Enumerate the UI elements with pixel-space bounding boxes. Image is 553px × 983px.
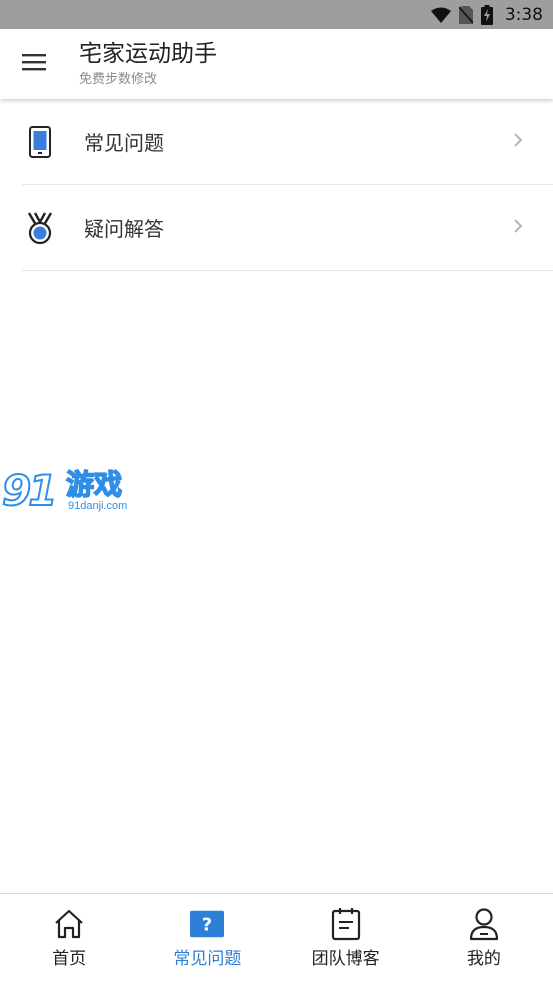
phone-icon — [22, 124, 58, 160]
nav-label: 首页 — [52, 949, 87, 969]
nav-item-home[interactable]: 首页 — [0, 894, 138, 983]
menu-button[interactable] — [0, 29, 68, 99]
battery-charging-icon — [480, 4, 493, 25]
nav-item-me[interactable]: 我的 — [415, 894, 553, 983]
app-subtitle: 免费步数修改 — [79, 72, 158, 87]
question-icon: ? — [190, 907, 225, 941]
status-bar: 3:38 — [0, 0, 553, 29]
nav-item-blog[interactable]: 团队博客 — [277, 894, 415, 983]
list-item-faq[interactable]: 常见问题 — [22, 99, 553, 185]
hamburger-menu-icon — [22, 53, 46, 75]
watermark-text: 游戏 — [65, 467, 123, 502]
nav-item-faq[interactable]: ? 常见问题 — [138, 894, 276, 983]
user-icon — [467, 907, 501, 941]
nav-label: 我的 — [466, 949, 501, 969]
watermark-logo: 91 游戏 91danji.com — [1, 465, 137, 518]
bottom-nav: 首页 ? 常见问题 团队博客 我的 — [0, 893, 553, 983]
status-time: 3:38 — [504, 4, 543, 25]
wifi-icon — [430, 7, 451, 23]
list-item-label: 疑问解答 — [84, 217, 164, 241]
app-bar: 宅家运动助手 免费步数修改 — [0, 29, 553, 99]
nav-label: 团队博客 — [311, 949, 380, 969]
no-sim-icon — [458, 5, 473, 24]
watermark-url: 91danji.com — [68, 500, 128, 512]
chevron-right-icon — [513, 132, 523, 152]
medal-icon — [22, 210, 58, 246]
notepad-icon — [329, 907, 363, 941]
list-item-label: 常见问题 — [84, 131, 164, 155]
app-bar-titles: 宅家运动助手 免费步数修改 — [79, 39, 217, 89]
home-icon — [52, 907, 86, 941]
faq-list: 常见问题 疑问解答 — [0, 99, 553, 271]
app-title: 宅家运动助手 — [79, 41, 217, 67]
nav-label: 常见问题 — [173, 949, 242, 969]
chevron-right-icon — [513, 218, 523, 238]
watermark-number: 91 — [1, 465, 58, 516]
svg-text:?: ? — [202, 915, 212, 936]
list-item-qa[interactable]: 疑问解答 — [22, 185, 553, 271]
